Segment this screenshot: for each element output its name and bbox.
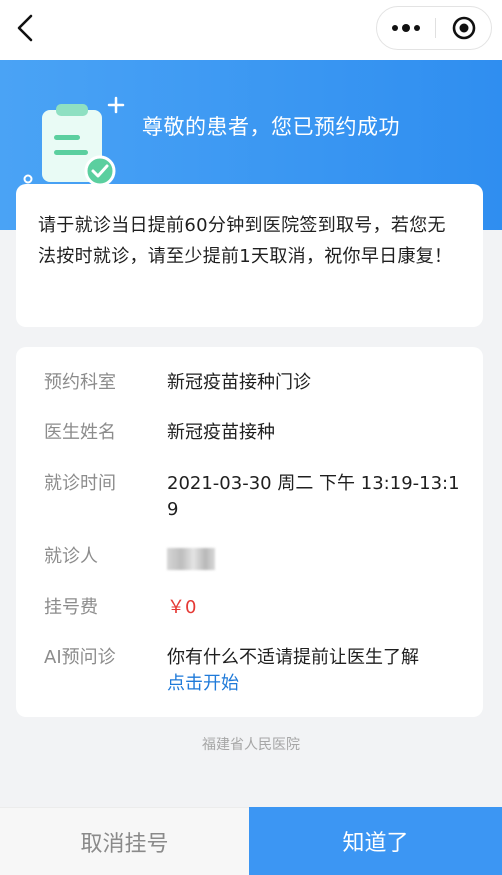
doctor-value: 新冠疫苗接种 <box>167 422 275 443</box>
doctor-label: 医生姓名 <box>44 422 116 443</box>
time-value: 2021-03-30 周二 下午 13:19-13:19 <box>167 473 460 520</box>
fee-value: ￥0 <box>167 597 197 618</box>
department-value: 新冠疫苗接种门诊 <box>167 372 311 393</box>
ai-consult-text: 你有什么不适请提前让医生了解 <box>167 647 419 668</box>
notice-text: 请于就诊当日提前60分钟到医院签到取号，若您无法按时就诊，请至少提前1天取消，祝… <box>38 215 453 267</box>
hospital-name: 福建省人民医院 <box>202 737 300 753</box>
department-label: 预约科室 <box>44 372 116 393</box>
bottom-action-bar: 取消挂号 知道了 <box>0 807 502 875</box>
close-miniprogram-button[interactable] <box>436 7 492 49</box>
mini-program-capsule <box>376 6 492 50</box>
ai-consult-label: AI预问诊 <box>44 647 116 668</box>
patient-label: 就诊人 <box>44 546 98 567</box>
success-title: 尊敬的患者，您已预约成功 <box>142 115 400 139</box>
more-button[interactable] <box>377 7 435 49</box>
cancel-appointment-button[interactable]: 取消挂号 <box>0 807 249 875</box>
patient-name-blurred <box>167 548 215 570</box>
clipboard-check-icon <box>23 96 125 187</box>
fee-label: 挂号费 <box>44 597 98 618</box>
start-ai-consult-link[interactable]: 点击开始 <box>167 671 463 697</box>
appointment-details-card: 预约科室 新冠疫苗接种门诊 医生姓名 新冠疫苗接种 就诊时间 2021-03-3… <box>16 347 483 717</box>
back-button[interactable] <box>10 10 40 46</box>
more-dots-icon <box>392 24 420 32</box>
ai-consult-value: 你有什么不适请提前让医生了解 点击开始 <box>167 645 463 697</box>
notice-card: 请于就诊当日提前60分钟到医院签到取号，若您无法按时就诊，请至少提前1天取消，祝… <box>16 184 483 327</box>
chevron-left-icon <box>17 14 33 42</box>
got-it-button[interactable]: 知道了 <box>249 807 502 875</box>
target-circle-icon <box>452 16 476 40</box>
time-label: 就诊时间 <box>44 473 116 494</box>
navigation-bar <box>0 0 502 60</box>
